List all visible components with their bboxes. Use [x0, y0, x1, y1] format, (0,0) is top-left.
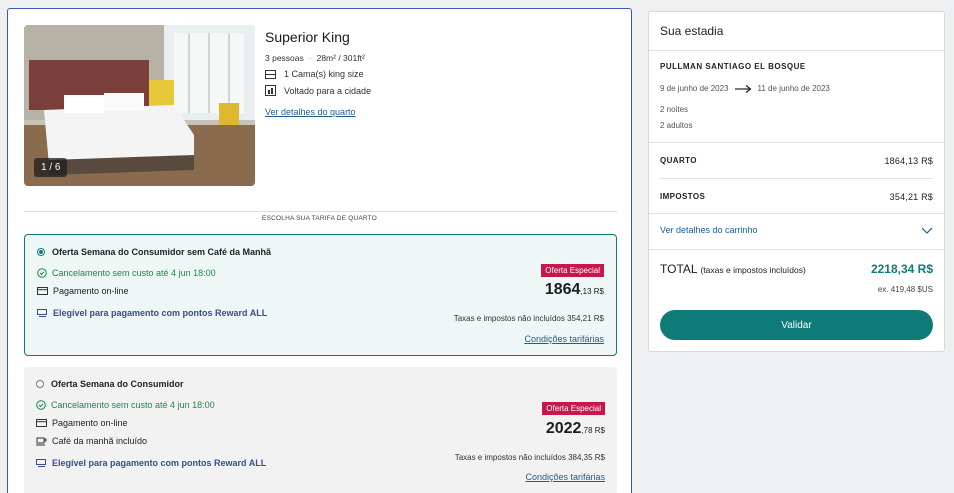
rate-taxes: Taxas e impostos não incluídos 354,21 R$ [453, 314, 604, 323]
summary-title: Sua estadia [649, 12, 944, 51]
rate-option[interactable]: Oferta Semana do Consumidor Cancelamento… [24, 367, 617, 493]
room-card: 1 / 6 Superior King 3 pessoas · 28m² / 301… [7, 8, 632, 493]
divider [660, 178, 933, 179]
rate-price: 2022,78 R$ [546, 420, 605, 438]
rate-conditions-link[interactable]: Condições tarifárias [524, 334, 604, 344]
room-view-label: Voltado para a cidade [284, 85, 372, 96]
coffee-cup-icon [36, 437, 47, 445]
total-sub-label: (taxas e impostos incluídos) [700, 265, 806, 275]
rate-title: Oferta Semana do Consumidor [36, 379, 184, 389]
rate-title-label: Oferta Semana do Consumidor sem Café da … [52, 247, 272, 257]
reward-label: Elegível para pagamento com pontos Rewar… [53, 308, 268, 318]
room-bed-label: 1 Cama(s) king size [284, 69, 364, 79]
room-guests: 3 pessoas [265, 53, 304, 63]
rate-taxes: Taxas e impostos não incluídos 384,35 R$ [454, 453, 605, 462]
bed-icon [265, 69, 276, 79]
cart-details-link[interactable]: Ver detalhes do carrinho [660, 225, 758, 235]
rate-price-int: 1864 [544, 281, 581, 298]
rate-title: Oferta Semana do Consumidor sem Café da … [37, 247, 271, 257]
reward-label: Elegível para pagamento com pontos Rewar… [52, 458, 267, 468]
meta-separator: · [308, 53, 312, 63]
rates-heading: ESCOLHA SUA TARIFA DE QUARTO [8, 207, 631, 225]
rate-radio[interactable] [36, 380, 44, 388]
photo-counter: 1 / 6 [34, 158, 68, 177]
breakfast-label: Café da manhã incluído [52, 436, 148, 446]
breakfast-info: Café da manhã incluído [36, 436, 147, 446]
total-label-group: TOTAL (taxas e impostos incluídos) [660, 262, 806, 276]
credit-card-icon [36, 419, 47, 427]
rates-heading-label: ESCOLHA SUA TARIFA DE QUARTO [252, 215, 387, 222]
reward-info: Elegível para pagamento com pontos Rewar… [36, 458, 266, 468]
payment-label: Pagamento on-line [52, 418, 128, 428]
check-circle-icon [37, 268, 47, 278]
room-title: Superior King [265, 29, 350, 45]
rate-option[interactable]: Oferta Semana do Consumidor sem Café da … [24, 234, 617, 356]
room-price-row: QUARTO 1864,13 R$ [660, 156, 933, 166]
room-view: Voltado para a cidade [265, 85, 605, 96]
cancellation-info: Cancelamento sem custo até 4 jun 18:00 [36, 400, 215, 410]
room-photo[interactable]: 1 / 6 [24, 25, 255, 186]
cancellation-info: Cancelamento sem custo até 4 jun 18:00 [37, 268, 216, 278]
hotel-name: PULLMAN SANTIAGO EL BOSQUE [660, 62, 806, 71]
stay-summary: Sua estadia PULLMAN SANTIAGO EL BOSQUE 9… [648, 11, 945, 352]
cancellation-label: Cancelamento sem custo até 4 jun 18:00 [51, 400, 215, 410]
rate-conditions-link[interactable]: Condições tarifárias [525, 472, 605, 482]
room-details-link[interactable]: Ver detalhes do quarto [265, 107, 356, 117]
payment-info: Pagamento on-line [37, 286, 129, 296]
room-price-value: 1864,13 R$ [884, 156, 933, 166]
credit-card-icon [37, 287, 48, 295]
room-size: 28m² / 301ft² [316, 53, 365, 63]
tax-label: IMPOSTOS [660, 192, 706, 201]
total-label: TOTAL [660, 262, 698, 276]
total-row: TOTAL (taxas e impostos incluídos) 2218,… [660, 262, 933, 276]
payment-label: Pagamento on-line [53, 286, 129, 296]
reward-icon [36, 458, 46, 467]
city-view-icon [265, 85, 276, 96]
adults-count: 2 adultos [660, 121, 693, 130]
arrow-right-icon [734, 84, 751, 93]
stay-dates: 9 de junho de 2023 11 de junho de 2023 [660, 84, 830, 93]
reward-info: Elegível para pagamento com pontos Rewar… [37, 308, 267, 318]
nights-count: 2 noites [660, 105, 689, 114]
room-bed: 1 Cama(s) king size [265, 69, 605, 79]
divider [649, 213, 944, 214]
total-usd: ex. 419,48 $US [877, 285, 933, 294]
rate-price-dec: ,78 R$ [581, 426, 605, 435]
rate-price-dec: ,13 R$ [580, 287, 604, 296]
rate-radio[interactable] [37, 248, 45, 256]
divider [649, 142, 944, 143]
cancellation-label: Cancelamento sem custo até 4 jun 18:00 [52, 268, 216, 278]
payment-info: Pagamento on-line [36, 418, 128, 428]
room-info: Superior King 3 pessoas · 28m² / 301ft² 1 … [265, 29, 605, 120]
rate-title-label: Oferta Semana do Consumidor [51, 379, 184, 389]
divider [649, 249, 944, 250]
checkout-date: 11 de junho de 2023 [757, 84, 830, 93]
special-offer-badge: Oferta Especial [542, 402, 605, 415]
rate-price-int: 2022 [545, 420, 582, 437]
room-price-label: QUARTO [660, 156, 697, 165]
validate-button[interactable]: Validar [660, 310, 933, 340]
chevron-down-icon[interactable] [921, 227, 933, 234]
room-meta: 3 pessoas · 28m² / 301ft² [265, 53, 605, 63]
rate-price: 1864,13 R$ [545, 281, 604, 299]
special-offer-badge: Oferta Especial [541, 264, 604, 277]
total-value: 2218,34 R$ [870, 262, 933, 276]
tax-row: IMPOSTOS 354,21 R$ [660, 192, 933, 202]
cart-details-toggle[interactable]: Ver detalhes do carrinho [660, 225, 933, 235]
tax-value: 354,21 R$ [889, 192, 933, 202]
checkin-date: 9 de junho de 2023 [660, 84, 729, 93]
check-circle-icon [36, 400, 46, 410]
reward-icon [37, 308, 47, 317]
